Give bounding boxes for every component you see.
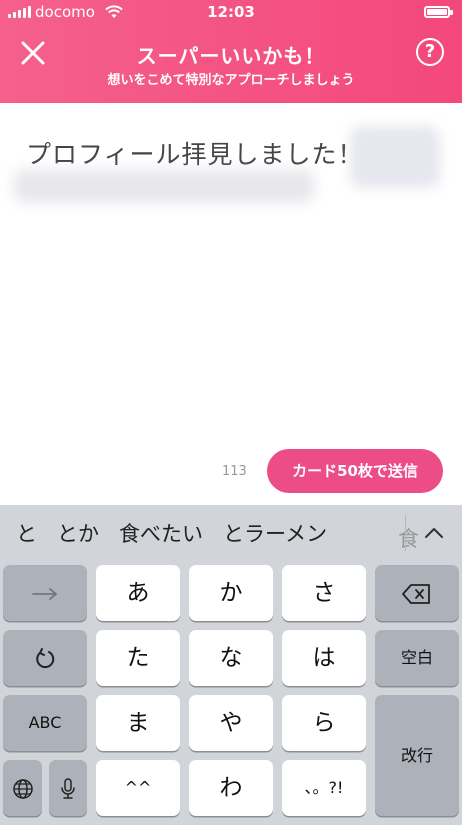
key-punctuation[interactable]: 、。?! xyxy=(282,760,366,816)
suggestion-item[interactable]: と xyxy=(0,518,47,548)
suggestion-item[interactable]: 食べたい xyxy=(109,518,213,548)
character-count: 113 xyxy=(222,464,247,479)
key-ya[interactable]: や xyxy=(189,695,273,751)
suggestion-bar: と とか 食べたい とラーメン xyxy=(0,505,462,560)
cursor-right-key[interactable] xyxy=(3,565,87,621)
blurred-text xyxy=(14,170,314,202)
key-ta[interactable]: た xyxy=(96,630,180,686)
battery-icon xyxy=(424,6,453,18)
suggestion-item[interactable]: とか xyxy=(47,518,109,548)
app-header: docomo 12:03 スーパーいいかも！ 想いをこめて特別なアプローチしまし… xyxy=(0,0,462,103)
key-a[interactable]: あ xyxy=(96,565,180,621)
key-ha[interactable]: は xyxy=(282,630,366,686)
page-title: スーパーいいかも！ xyxy=(136,44,326,68)
chevron-up-icon[interactable] xyxy=(420,523,448,543)
globe-icon xyxy=(12,778,33,799)
key-na[interactable]: な xyxy=(189,630,273,686)
suggestion-item-partial[interactable]: 食 xyxy=(398,523,419,553)
globe-key[interactable] xyxy=(3,760,42,816)
return-key[interactable]: 改行 xyxy=(375,695,459,816)
key-ma[interactable]: ま xyxy=(96,695,180,751)
blurred-text xyxy=(350,126,440,188)
backspace-key[interactable] xyxy=(375,565,459,621)
help-icon[interactable]: ? xyxy=(416,38,444,66)
key-ka[interactable]: か xyxy=(189,565,273,621)
key-ra[interactable]: ら xyxy=(282,695,366,751)
microphone-icon xyxy=(61,777,75,799)
keyboard: と とか 食べたい とラーメン 食 あ か さ た な は 空白 ABC ま や… xyxy=(0,505,462,825)
mic-key[interactable] xyxy=(49,760,87,816)
arrow-right-icon xyxy=(32,587,58,600)
key-wa[interactable]: わ xyxy=(189,760,273,816)
backspace-icon xyxy=(402,583,430,604)
status-bar: docomo 12:03 xyxy=(0,0,462,26)
send-button[interactable]: カード50枚で送信 xyxy=(267,449,443,493)
key-sa[interactable]: さ xyxy=(282,565,366,621)
space-key[interactable]: 空白 xyxy=(375,630,459,686)
status-time: 12:03 xyxy=(207,3,255,21)
undo-icon xyxy=(36,647,55,668)
suggestion-item[interactable]: とラーメン xyxy=(213,518,337,548)
abc-key[interactable]: ABC xyxy=(3,695,87,751)
key-kaomoji[interactable]: ^^ xyxy=(96,760,180,816)
page-subtitle: 想いをこめて特別なアプローチしましょう xyxy=(107,73,355,88)
divider xyxy=(405,515,406,551)
undo-key[interactable] xyxy=(3,630,87,686)
